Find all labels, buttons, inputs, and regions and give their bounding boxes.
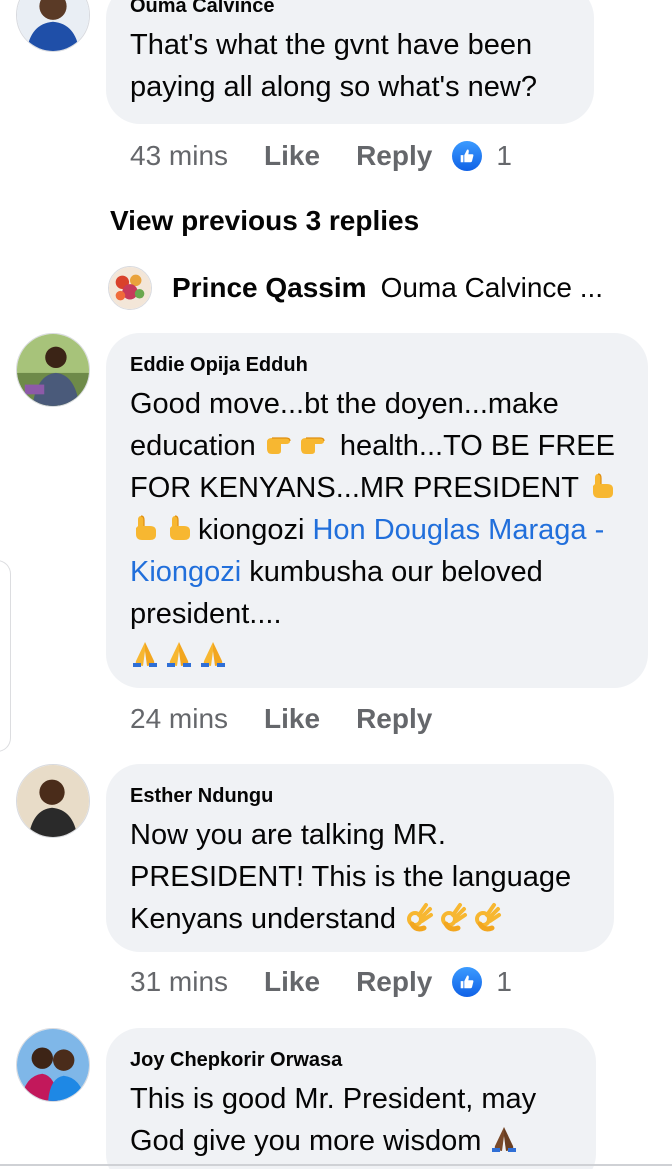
comment-text: This is good Mr. President, may God give…	[130, 1078, 572, 1162]
like-button[interactable]: Like	[264, 703, 320, 735]
avatar-ouma-calvince[interactable]	[16, 0, 90, 52]
backhand-pointing-up-emoji	[587, 471, 617, 501]
comment-actions: 24 mins Like Reply	[130, 703, 432, 735]
folded-hands-emoji	[489, 1124, 519, 1154]
backhand-pointing-up-emoji	[130, 513, 160, 543]
comment-timestamp[interactable]: 24 mins	[130, 703, 228, 735]
comment-text: That's what the gvnt have been paying al…	[130, 29, 537, 103]
folded-hands-emoji	[198, 639, 228, 669]
folded-hands-emoji	[130, 639, 160, 669]
comment-text-part: kiongozi	[198, 514, 313, 546]
ok-hand-emoji	[472, 902, 502, 932]
avatar-esther-ndungu[interactable]	[16, 764, 90, 838]
reply-button[interactable]: Reply	[356, 140, 432, 172]
like-button[interactable]: Like	[264, 966, 320, 998]
comment-author[interactable]: Eddie Opija Edduh	[130, 353, 624, 377]
comment-text-part: Now you are talking MR. PRESIDENT! This …	[130, 819, 572, 935]
reaction-count: 1	[496, 140, 512, 171]
comment-timestamp[interactable]: 31 mins	[130, 966, 228, 998]
reply-button[interactable]: Reply	[356, 966, 432, 998]
side-panel-edge	[0, 560, 11, 752]
comment-author[interactable]: Ouma Calvince	[130, 0, 570, 18]
reply-author[interactable]: Prince Qassim	[172, 272, 367, 304]
backhand-pointing-right-emoji	[264, 429, 294, 459]
comment-author[interactable]: Joy Chepkorir Orwasa	[130, 1048, 572, 1072]
like-reaction-icon	[452, 141, 483, 171]
reply-preview[interactable]: Prince Qassim Ouma Calvince ...	[108, 266, 603, 310]
backhand-pointing-right-emoji	[298, 429, 328, 459]
comment-actions: 31 mins Like Reply 1	[130, 966, 512, 998]
reaction-summary[interactable]: 1	[452, 966, 512, 998]
reaction-count: 1	[496, 966, 512, 997]
like-button[interactable]: Like	[264, 140, 320, 172]
reply-button[interactable]: Reply	[356, 703, 432, 735]
ok-hand-emoji	[438, 902, 468, 932]
ok-hand-emoji	[404, 902, 434, 932]
comment-bubble-ouma-calvince: Ouma Calvince That's what the gvnt have …	[106, 0, 594, 124]
comment-bubble-eddie-opija-edduh: Eddie Opija Edduh Good move...bt the doy…	[106, 333, 648, 688]
reaction-summary[interactable]: 1	[452, 140, 512, 172]
comment-text: Good move...bt the doyen...make educatio…	[130, 383, 624, 677]
avatar-eddie-opija-edduh[interactable]	[16, 333, 90, 407]
bottom-divider	[0, 1164, 672, 1166]
folded-hands-emoji	[164, 639, 194, 669]
comment-actions: 43 mins Like Reply 1	[130, 140, 512, 172]
backhand-pointing-up-emoji	[164, 513, 194, 543]
avatar-joy-chepkorir-orwasa[interactable]	[16, 1028, 90, 1102]
comment-text: Now you are talking MR. PRESIDENT! This …	[130, 814, 590, 940]
view-previous-replies-link[interactable]: View previous 3 replies	[110, 205, 419, 237]
comment-author[interactable]: Esther Ndungu	[130, 784, 590, 808]
like-reaction-icon	[452, 967, 483, 997]
comments-thread: Ouma Calvince That's what the gvnt have …	[0, 0, 672, 1169]
comment-text-part: This is good Mr. President, may God give…	[130, 1083, 537, 1157]
comment-bubble-joy-chepkorir-orwasa: Joy Chepkorir Orwasa This is good Mr. Pr…	[106, 1028, 596, 1169]
comment-timestamp[interactable]: 43 mins	[130, 140, 228, 172]
comment-bubble-esther-ndungu: Esther Ndungu Now you are talking MR. PR…	[106, 764, 614, 952]
reply-snippet: Ouma Calvince ...	[380, 272, 604, 303]
avatar-prince-qassim	[108, 266, 152, 310]
